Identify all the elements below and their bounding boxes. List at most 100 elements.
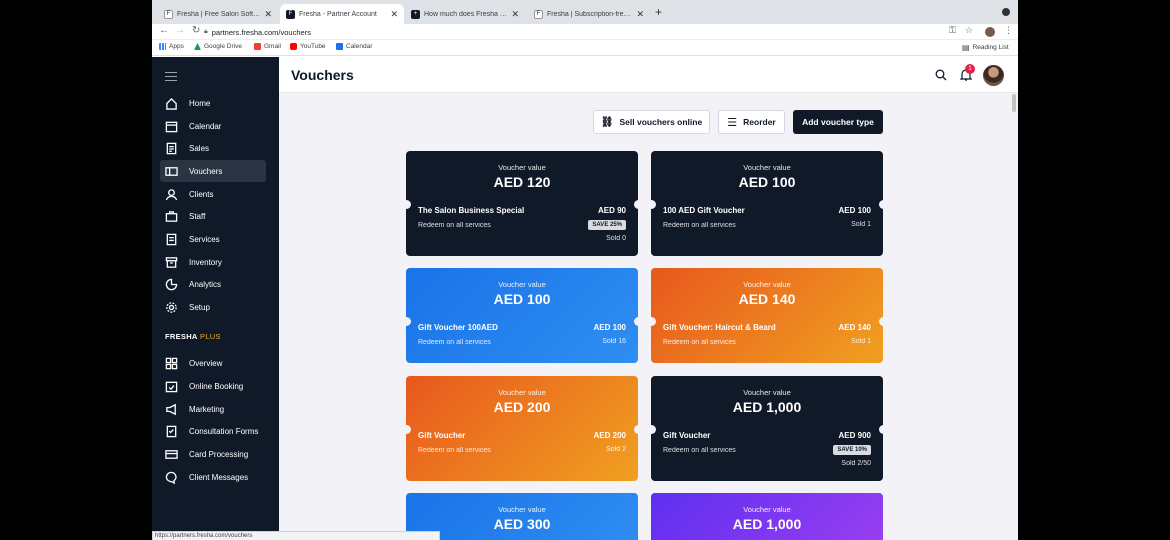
voucher-card[interactable]: Voucher value AED 300: [406, 493, 638, 540]
sidebar-item-online-booking[interactable]: Online Booking: [160, 375, 266, 397]
user-avatar[interactable]: [983, 65, 1004, 86]
sidebar-item-vouchers[interactable]: Vouchers: [160, 160, 266, 182]
back-arrow-icon[interactable]: ←: [159, 25, 169, 36]
online-booking-icon: [164, 379, 178, 393]
clients-icon: [164, 187, 178, 201]
add-voucher-type-button[interactable]: Add voucher type: [793, 110, 883, 134]
voucher-sold-count: Sold 2/50: [841, 460, 871, 467]
search-icon[interactable]: [935, 69, 947, 81]
google-drive-icon: [194, 43, 201, 50]
browser-tab-active[interactable]: F Fresha - Partner Account ✕: [280, 4, 404, 24]
profile-avatar-icon[interactable]: [985, 27, 995, 37]
voucher-name: Gift Voucher: Haircut & Beard: [663, 323, 776, 332]
lock-icon: 🔒︎: [204, 28, 208, 35]
sidebar-item-inventory[interactable]: Inventory: [160, 251, 266, 273]
sidebar-item-staff[interactable]: Staff: [160, 205, 266, 227]
voucher-redeem-text: Redeem on all services: [663, 447, 736, 454]
page-header: Vouchers 1: [279, 57, 1018, 93]
voucher-sold-count: Sold 2: [606, 446, 626, 453]
close-tab-icon[interactable]: ✕: [511, 9, 519, 20]
analytics-icon: [164, 277, 178, 291]
voucher-price: AED 90: [597, 206, 626, 215]
save-badge: SAVE 10%: [833, 445, 871, 455]
home-icon: [164, 96, 178, 110]
scrollbar[interactable]: [1012, 94, 1016, 112]
sidebar-item-marketing[interactable]: Marketing: [160, 398, 266, 420]
voucher-card[interactable]: Voucher value AED 1,000: [651, 493, 883, 540]
fresha-favicon-icon: F: [164, 9, 173, 19]
close-tab-icon[interactable]: ✕: [264, 9, 272, 20]
voucher-price: AED 140: [838, 323, 871, 332]
bookmark-gmail[interactable]: Gmail: [254, 43, 281, 50]
bookmark-youtube[interactable]: YouTube: [290, 43, 326, 50]
sidebar-item-client-messages[interactable]: Client Messages: [160, 466, 266, 488]
voucher-price: AED 100: [593, 323, 626, 332]
fresha-plus-heading: FRESHA PLUS: [165, 332, 221, 341]
gear-icon: [164, 300, 178, 314]
megaphone-icon: [164, 402, 178, 416]
voucher-name: 100 AED Gift Voucher: [663, 206, 745, 215]
sidebar-item-clients[interactable]: Clients: [160, 183, 266, 205]
star-icon[interactable]: ☆: [965, 25, 973, 36]
reorder-icon: ☰: [727, 116, 738, 129]
voucher-card[interactable]: Voucher value AED 120 The Salon Business…: [401, 151, 643, 256]
close-tab-icon[interactable]: ✕: [390, 9, 398, 20]
voucher-icon: [164, 164, 178, 178]
forward-arrow-icon[interactable]: →: [175, 25, 185, 36]
new-tab-icon[interactable]: +: [655, 5, 662, 19]
sidebar-item-card-processing[interactable]: Card Processing: [160, 443, 266, 465]
voucher-sold-count: Sold 16: [602, 338, 626, 345]
close-tab-icon[interactable]: ✕: [636, 9, 644, 20]
inventory-icon: [164, 255, 178, 269]
voucher-sold-count: Sold 0: [606, 235, 626, 242]
bookmark-calendar[interactable]: Calendar: [336, 43, 372, 50]
sidebar-item-consultation-forms[interactable]: Consultation Forms: [160, 420, 266, 442]
grid-icon: [164, 356, 178, 370]
voucher-price: AED 200: [593, 431, 626, 440]
voucher-value: AED 140: [738, 291, 796, 307]
sidebar-item-overview[interactable]: Overview: [160, 352, 266, 374]
reload-icon[interactable]: ↻: [192, 25, 200, 36]
browser-menu-dot-icon[interactable]: [1002, 8, 1010, 16]
apps-grid-icon: [159, 43, 166, 50]
url-field[interactable]: 🔒︎ partners.fresha.com/vouchers: [204, 26, 939, 38]
bookmark-google-drive[interactable]: Google Drive: [194, 43, 242, 50]
sidebar-item-analytics[interactable]: Analytics: [160, 273, 266, 295]
reorder-button[interactable]: ☰ Reorder: [718, 110, 785, 134]
voucher-card[interactable]: Voucher value AED 200 Gift Voucher AED 2…: [401, 376, 643, 481]
kebab-menu-icon[interactable]: ⋮: [1004, 25, 1013, 36]
sell-vouchers-online-button[interactable]: ⛓ Sell vouchers online: [593, 110, 710, 134]
voucher-redeem-text: Redeem on all services: [418, 222, 491, 229]
voucher-card[interactable]: Voucher value AED 100 Gift Voucher 100AE…: [401, 268, 643, 363]
voucher-redeem-text: Redeem on all services: [663, 222, 736, 229]
menu-toggle-icon[interactable]: [165, 72, 177, 84]
browser-tab[interactable]: F Fresha | Subscription-free Salo ✕: [528, 4, 650, 24]
bookmark-apps[interactable]: Apps: [159, 43, 184, 50]
voucher-name: Gift Voucher: [663, 431, 711, 440]
page-title: Vouchers: [291, 67, 354, 83]
sidebar-item-home[interactable]: Home: [160, 92, 266, 114]
save-badge: SAVE 25%: [588, 220, 626, 230]
tab-strip: F Fresha | Free Salon Software | ✕ F Fre…: [152, 0, 1018, 24]
bookmarks-bar: Apps Google Drive Gmail YouTube Calendar…: [152, 40, 1018, 56]
voucher-value: AED 200: [493, 399, 551, 415]
sidebar-item-calendar[interactable]: Calendar: [160, 115, 266, 137]
browser-tab[interactable]: F Fresha | Free Salon Software | ✕: [158, 4, 278, 24]
reading-list[interactable]: ▤ Reading List: [962, 43, 1009, 52]
voucher-card[interactable]: Voucher value AED 140 Gift Voucher: Hair…: [646, 268, 888, 363]
youtube-icon: [290, 43, 297, 50]
voucher-redeem-text: Redeem on all services: [418, 447, 491, 454]
key-icon[interactable]: ⚿: [949, 25, 956, 36]
sidebar-item-sales[interactable]: Sales: [160, 137, 266, 159]
voucher-card[interactable]: Voucher value AED 1,000 Gift Voucher AED…: [646, 376, 888, 481]
voucher-value: AED 300: [493, 516, 551, 532]
voucher-value: AED 1,000: [732, 516, 802, 532]
sidebar-item-services[interactable]: Services: [160, 228, 266, 250]
browser-tab[interactable]: + How much does Fresha Plus co ✕: [405, 4, 525, 24]
main-content: Vouchers 1 ⛓ Sell vouchers online ☰ Reor…: [279, 57, 1018, 540]
voucher-value: AED 120: [493, 174, 551, 190]
sidebar-item-setup[interactable]: Setup: [160, 296, 266, 318]
voucher-card[interactable]: Voucher value AED 100 100 AED Gift Vouch…: [646, 151, 888, 256]
message-icon: [164, 470, 178, 484]
calendar-icon: [336, 43, 343, 50]
